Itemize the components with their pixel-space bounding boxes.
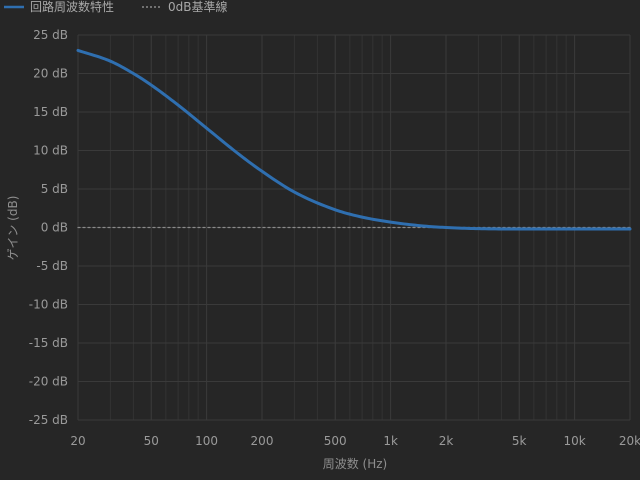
y-tick-label: 20 dB	[33, 67, 68, 81]
x-axis-title: 周波数 (Hz)	[323, 456, 388, 471]
x-tick-label: 10k	[564, 434, 586, 448]
legend-label-reference: 0dB基準線	[168, 0, 228, 14]
series-layer	[76, 48, 632, 231]
x-tick-label: 2k	[439, 434, 454, 448]
x-tick-label: 1k	[383, 434, 398, 448]
x-tick-label: 20	[70, 434, 85, 448]
y-tick-label: 10 dB	[33, 144, 68, 158]
frequency-response-chart: 回路周波数特性 0dB基準線 25 dB 20 dB 15 dB 10 dB 5 dB 0…	[0, 0, 640, 480]
x-tick-label: 50	[144, 434, 159, 448]
legend: 回路周波数特性 0dB基準線	[4, 0, 228, 14]
legend-label-response: 回路周波数特性	[30, 0, 114, 14]
x-tick-label: 100	[195, 434, 218, 448]
y-tick-label: 15 dB	[33, 105, 68, 119]
y-axis-title: ゲイン (dB)	[6, 196, 20, 261]
y-tick-label: -5 dB	[36, 259, 68, 273]
x-tick-label: 200	[251, 434, 274, 448]
y-axis-ticks: 25 dB 20 dB 15 dB 10 dB 5 dB 0 dB -5 dB -10 dB -…	[29, 28, 68, 427]
y-tick-label: -10 dB	[29, 298, 68, 312]
x-tick-label: 500	[324, 434, 347, 448]
response-curve	[76, 48, 632, 231]
y-tick-label: 25 dB	[33, 28, 68, 42]
x-tick-label: 20k	[619, 434, 640, 448]
x-tick-label: 5k	[512, 434, 527, 448]
x-axis-ticks: 20 50 100 200 500 1k 2k 5k 10k 20k	[70, 434, 640, 448]
y-tick-label: 0 dB	[41, 221, 68, 235]
y-tick-label: -20 dB	[29, 375, 68, 389]
y-tick-label: -25 dB	[29, 413, 68, 427]
y-tick-label: -15 dB	[29, 336, 68, 350]
y-tick-label: 5 dB	[41, 182, 68, 196]
chart-svg: 回路周波数特性 0dB基準線 25 dB 20 dB 15 dB 10 dB 5 dB 0…	[4, 0, 640, 471]
